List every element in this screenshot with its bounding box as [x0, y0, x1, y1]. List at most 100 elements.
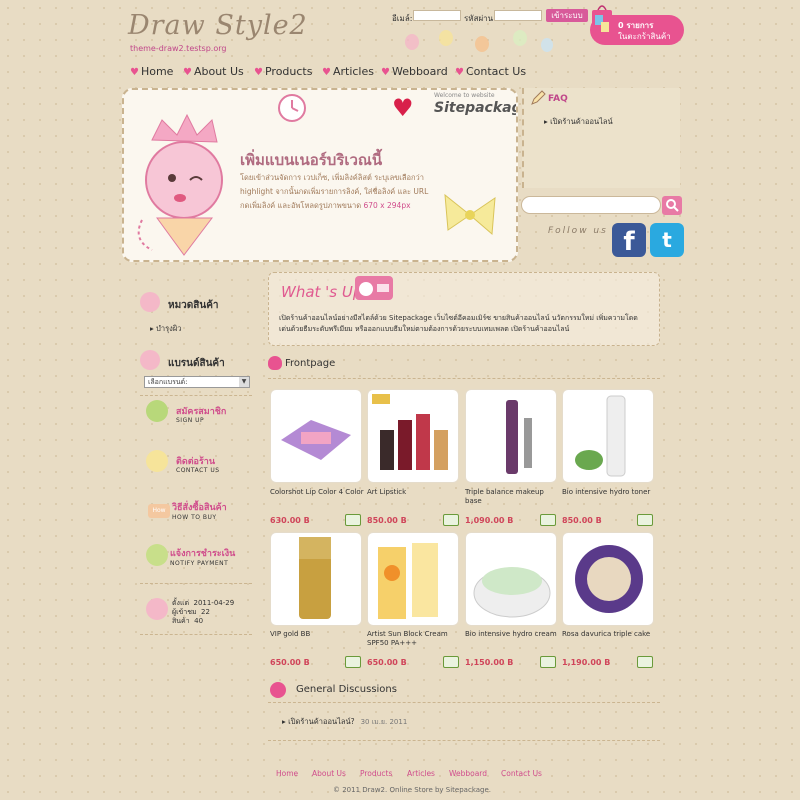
product-image[interactable] — [367, 389, 459, 483]
banner-size: 670 x 294px — [363, 201, 411, 210]
footer-about-us[interactable]: About Us — [312, 769, 346, 778]
hero-banner[interactable]: ♥ Welcome to website Sitepackage เพิ่มแบ… — [122, 88, 518, 262]
footer-products[interactable]: Products — [360, 769, 392, 778]
clock-icon — [278, 94, 306, 122]
faq-item[interactable]: ▸ เปิดร้านค้าออนไลน์ — [544, 116, 613, 128]
search-button[interactable] — [662, 196, 682, 215]
faq-title: FAQ — [548, 94, 568, 104]
login-button[interactable]: เข้าระบบ — [546, 9, 588, 22]
product-name[interactable]: Triple balance makeup base — [465, 488, 561, 506]
product-price: 650.00 B — [367, 658, 407, 667]
password-field[interactable] — [494, 10, 542, 21]
add-to-cart-icon[interactable] — [345, 514, 361, 526]
how-to-buy-link[interactable]: วิธีสั่งซื้อสินค้า — [172, 500, 227, 514]
heart-icon: ♥ — [322, 67, 331, 78]
nav-products[interactable]: ♥ Products — [254, 65, 312, 78]
facebook-icon[interactable]: f — [612, 223, 646, 257]
brand-icon — [140, 350, 160, 370]
add-to-cart-icon[interactable] — [345, 656, 361, 668]
how-to-buy-link-en[interactable]: HOW TO BUY — [172, 514, 217, 521]
divider — [140, 395, 252, 396]
contact-icon — [146, 450, 168, 472]
payment-link[interactable]: แจ้งการชำระเงิน — [170, 546, 235, 560]
add-to-cart-icon[interactable] — [540, 656, 556, 668]
sign-up-link[interactable]: สมัครสมาชิก — [176, 404, 226, 418]
password-label: รหัสผ่าน: — [464, 14, 496, 23]
heart-icon: ♥ — [130, 67, 139, 78]
product-name[interactable]: Artist Sun Block Cream SPF50 PA+++ — [367, 630, 463, 648]
footer-webboard[interactable]: Webboard — [449, 769, 487, 778]
whats-up-panel: What 's Up เปิดร้านค้าออนไลน์อย่างมีสไตล… — [268, 272, 660, 346]
product-price: 850.00 B — [562, 516, 602, 525]
strawberry-icon — [268, 356, 282, 370]
princess-illustration — [137, 113, 223, 256]
discussion-item[interactable]: ▸ เปิดร้านค้าออนไลน์? 30 เม.ย. 2011 — [282, 716, 407, 728]
add-to-cart-icon[interactable] — [540, 514, 556, 526]
copyright-text: © 2011 Draw2. Online Store by Sitepackag… — [333, 786, 492, 794]
banner-headline: เพิ่มแบนเนอร์บริเวณนี้ — [240, 151, 383, 169]
brand-heading: แบรนด์สินค้า — [168, 358, 225, 369]
email-field[interactable] — [413, 10, 461, 21]
heart-icon: ♥ — [254, 67, 263, 78]
product-name[interactable]: Rosa davurica triple cake — [562, 630, 658, 639]
product-image[interactable] — [562, 389, 654, 483]
stat-row: สินค้า 40 — [172, 617, 204, 625]
add-to-cart-icon[interactable] — [443, 656, 459, 668]
nav-home[interactable]: ♥ Home — [130, 65, 173, 78]
product-price: 1,150.00 B — [465, 658, 514, 667]
category-heading: หมวดสินค้า — [168, 300, 219, 311]
category-item[interactable]: ▸ บำรุงผิว — [150, 323, 181, 335]
product-name[interactable]: VIP gold BB — [270, 630, 366, 639]
nav-webboard[interactable]: ♥ Webboard — [381, 65, 448, 78]
product-image[interactable] — [367, 532, 459, 626]
category-icon — [140, 292, 160, 312]
frontpage-title: Frontpage — [285, 358, 336, 369]
footer-contact-us[interactable]: Contact Us — [501, 769, 542, 778]
nav-contact-us[interactable]: ♥ Contact Us — [455, 65, 526, 78]
follow-us-label: Follow us — [548, 226, 608, 236]
divider — [268, 702, 660, 703]
search-input[interactable] — [521, 196, 661, 214]
banner-brand: Sitepackage — [434, 100, 516, 116]
divider — [140, 634, 252, 635]
footer-home[interactable]: Home — [276, 769, 298, 778]
add-to-cart-icon[interactable] — [637, 656, 653, 668]
shopping-bag-icon[interactable] — [591, 2, 613, 42]
site-logo-title[interactable]: Draw Style2 — [128, 10, 308, 41]
ribbon-bow-icon — [444, 193, 496, 236]
radio-icon — [355, 276, 393, 300]
product-image[interactable] — [270, 389, 362, 483]
product-name[interactable]: Bio intensive hydro cream — [465, 630, 561, 639]
whats-up-line: เด่นด้วยธีมระดับพรีเมียม หรือออกแบบธีมให… — [279, 325, 570, 333]
whats-up-title: What 's Up — [281, 283, 363, 301]
contact-link-en[interactable]: CONTACT US — [176, 467, 220, 474]
brand-select[interactable]: เลือกแบรนด์: ▼ — [144, 376, 250, 388]
add-to-cart-icon[interactable] — [637, 514, 653, 526]
add-to-cart-icon[interactable] — [443, 514, 459, 526]
product-name[interactable]: Bio intensive hydro toner — [562, 488, 658, 497]
product-image[interactable] — [465, 532, 557, 626]
contact-link[interactable]: ติดต่อร้าน — [176, 454, 215, 468]
product-image[interactable] — [270, 532, 362, 626]
strawberry-icon — [270, 682, 286, 698]
twitter-icon[interactable]: t — [650, 223, 684, 257]
product-price: 650.00 B — [270, 658, 310, 667]
heart-icon: ♥ — [455, 67, 464, 78]
banner-line: highlight จากนั้นกดเพิ่มรายการลิงค์, ใส่… — [240, 187, 429, 196]
divider — [268, 740, 660, 741]
banner-line: กดเพิ่มลิงค์ และอัพโหลดรูปภาพขนาด 670 x … — [240, 201, 411, 210]
discussion-date: 30 เม.ย. 2011 — [360, 718, 408, 726]
nav-articles[interactable]: ♥ Articles — [322, 65, 374, 78]
product-image[interactable] — [562, 532, 654, 626]
cart-label: ในตะกร้าสินค้า — [618, 32, 671, 41]
footer-articles[interactable]: Articles — [407, 769, 435, 778]
sign-up-link-en[interactable]: SIGN UP — [176, 417, 204, 424]
payment-link-en[interactable]: NOTIFY PAYMENT — [170, 560, 228, 567]
nav-about-us[interactable]: ♥ About Us — [183, 65, 244, 78]
divider — [268, 378, 660, 379]
product-image[interactable] — [465, 389, 557, 483]
product-name[interactable]: Art Lipstick — [367, 488, 463, 497]
whats-up-line: เปิดร้านค้าออนไลน์อย่างมีสไตล์ด้วย Sitep… — [279, 314, 638, 322]
decorative-lanterns — [405, 28, 555, 58]
product-name[interactable]: Colorshot Lip Color 4 Color — [270, 488, 366, 497]
